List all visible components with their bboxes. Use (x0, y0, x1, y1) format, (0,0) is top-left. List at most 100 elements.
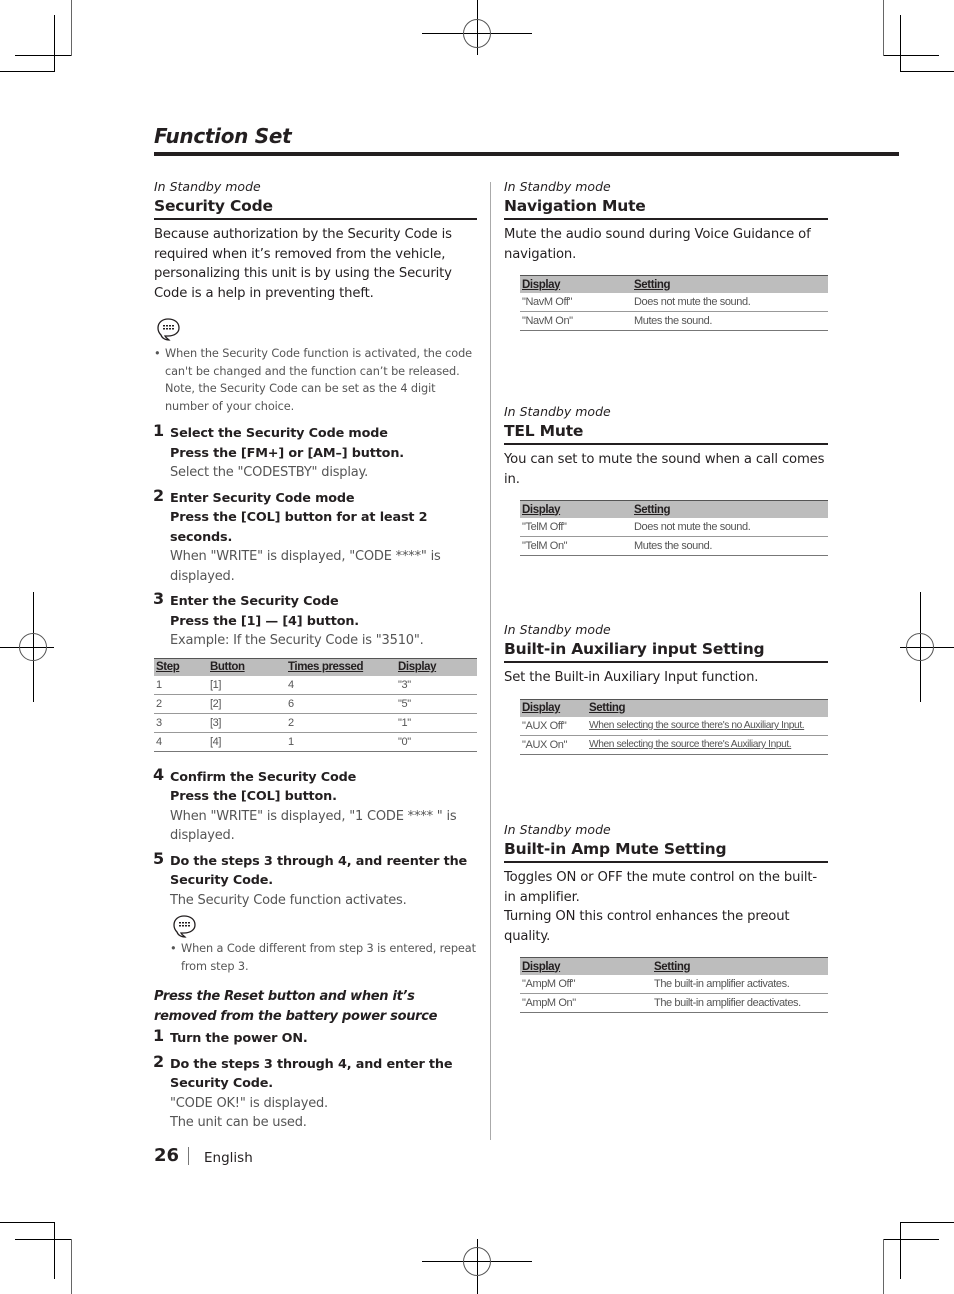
table-cell: "AmpM On" (520, 993, 652, 1013)
step-5: 5 Do the steps 3 through 4, and reenter … (153, 848, 477, 976)
table-cell: "NavM On" (520, 311, 632, 331)
step-4: 4 Confirm the Security Code Press the [C… (153, 764, 477, 846)
step-desc: Example: If the Security Code is "3510". (170, 633, 424, 648)
table-row: "NavM On" Mutes the sound. (520, 311, 828, 331)
table-cell: "TelM Off" (520, 518, 632, 537)
table-cell: "NavM Off" (520, 293, 632, 312)
step-title: Confirm the Security Code (170, 769, 357, 785)
step-number: 3 (153, 589, 165, 608)
step-number: 1 (153, 1026, 165, 1045)
section-title: Security Code (154, 196, 477, 220)
table-cell: "1" (396, 713, 477, 733)
step-number: 1 (153, 421, 165, 440)
section-title: TEL Mute (504, 421, 828, 445)
section-title: Built-in Auxiliary input Setting (504, 639, 828, 663)
section-intro: Because authorization by the Security Co… (154, 227, 452, 301)
table-row: 3 [3] 2 "1" (154, 713, 477, 733)
column-divider (490, 182, 491, 1140)
table-cell: Mutes the sound. (632, 311, 828, 331)
table-cell: "0" (396, 732, 477, 752)
step-desc: The Security Code function activates. (170, 892, 407, 908)
table-header: Display (396, 657, 477, 676)
table-header: Button (208, 657, 286, 676)
step-title: Select the Security Code mode (170, 426, 388, 441)
step-action: Press the [FM+] or [AM–] button. (170, 445, 404, 461)
table-cell: [3] (208, 713, 286, 733)
table-cell: "AmpM Off" (520, 975, 652, 994)
table-cell: 1 (154, 675, 208, 695)
step-desc: The unit can be used. (170, 1115, 307, 1130)
table-cell: 2 (154, 694, 208, 714)
step-action: Press the [COL] button. (170, 789, 337, 804)
step-1: 1 Select the Security Code mode Press th… (153, 421, 477, 483)
title-rule (154, 152, 899, 156)
footer-language: English (204, 1150, 253, 1166)
table-cell: When selecting the source there's no Aux… (587, 716, 828, 736)
table-cell: 4 (286, 675, 396, 695)
table-header: Display (520, 500, 632, 518)
table-row: "AUX On" When selecting the source there'… (520, 735, 828, 755)
table-header: Step (154, 657, 208, 676)
table-cell: "TelM On" (520, 536, 632, 556)
table-row: 4 [4] 1 "0" (154, 732, 477, 752)
step-desc: Select the "CODESTBY" display. (170, 465, 369, 480)
table-row: 1 [1] 4 "3" (154, 675, 477, 695)
table-header: Setting (652, 957, 828, 975)
step-number: 4 (153, 764, 165, 784)
table-cell: "AUX Off" (520, 716, 587, 736)
settings-table: Display Setting "TelM Off" Does not mute … (520, 500, 828, 556)
table-cell: [4] (208, 732, 286, 752)
note-speech-bubble-icon (173, 915, 196, 938)
note-text: When the Security Code function is activ… (154, 345, 477, 415)
table-header: Setting (632, 500, 828, 518)
table-cell: Mutes the sound. (632, 536, 828, 556)
table-cell: [1] (208, 675, 286, 695)
note-text: When a Code different from step 3 is ent… (170, 940, 477, 975)
mode-label: In Standby mode (504, 179, 611, 194)
step-desc: When "WRITE" is displayed, "CODE ****" i… (170, 549, 441, 584)
table-cell: The built-in amplifier deactivates. (652, 993, 828, 1013)
page-number: 26 (154, 1145, 180, 1166)
step-title: Do the steps 3 through 4, and reenter th… (170, 853, 468, 889)
note-speech-bubble-icon (157, 318, 180, 341)
settings-table: Display Setting "AUX Off" When selecting … (520, 698, 828, 755)
table-row: 2 [2] 6 "5" (154, 694, 477, 714)
table-cell: When selecting the source there's Auxili… (587, 735, 828, 755)
table-header: Times pressed (286, 657, 396, 676)
table-row: "AmpM Off" The built-in amplifier activat… (520, 975, 828, 994)
step-title: Enter the Security Code (170, 594, 339, 609)
aux-input-section: In Standby mode Built-in Auxiliary input… (504, 622, 828, 755)
step-2: 2 Enter Security Code mode Press the [CO… (153, 485, 477, 587)
reset-step-1: 1 Turn the power ON. (153, 1026, 477, 1049)
navigation-mute-section: In Standby mode Navigation Mute Mute the… (504, 179, 828, 331)
table-row: "NavM Off" Does not mute the sound. (520, 293, 828, 312)
table-cell: [2] (208, 694, 286, 714)
mode-label: In Standby mode (504, 622, 611, 637)
tel-mute-section: In Standby mode TEL Mute You can set to … (504, 404, 828, 556)
table-row: "AUX Off" When selecting the source there… (520, 716, 828, 736)
table-header: Display (520, 957, 652, 975)
amp-mute-section: In Standby mode Built-in Amp Mute Settin… (504, 822, 828, 1013)
table-row: "TelM Off" Does not mute the sound. (520, 518, 828, 537)
mode-label: In Standby mode (504, 404, 611, 419)
table-cell: 6 (286, 694, 396, 714)
step-number: 5 (153, 848, 165, 868)
step-action: Press the [COL] button for at least 2 se… (170, 510, 428, 545)
table-header: Setting (587, 698, 828, 717)
table-header: Display (520, 698, 587, 717)
step-title: Turn the power ON. (170, 1031, 308, 1046)
section-title: Built-in Amp Mute Setting (504, 839, 828, 863)
step-title: Enter Security Code mode (170, 490, 355, 506)
mode-label: In Standby mode (154, 179, 261, 194)
settings-table: Display Setting "AmpM Off" The built-in a… (520, 957, 828, 1013)
step-number: 2 (153, 485, 165, 505)
section-title: Navigation Mute (504, 196, 828, 220)
table-cell: Does not mute the sound. (632, 518, 828, 537)
step-title: Do the steps 3 through 4, and enter the … (170, 1056, 453, 1092)
step-desc: "CODE OK!" is displayed. (170, 1095, 328, 1111)
table-header: Setting (632, 275, 828, 293)
page-title: Function Set (154, 124, 292, 148)
reset-heading: Press the Reset button and when it’s rem… (154, 989, 438, 1024)
table-cell: 3 (154, 713, 208, 733)
step-number: 2 (153, 1051, 165, 1071)
